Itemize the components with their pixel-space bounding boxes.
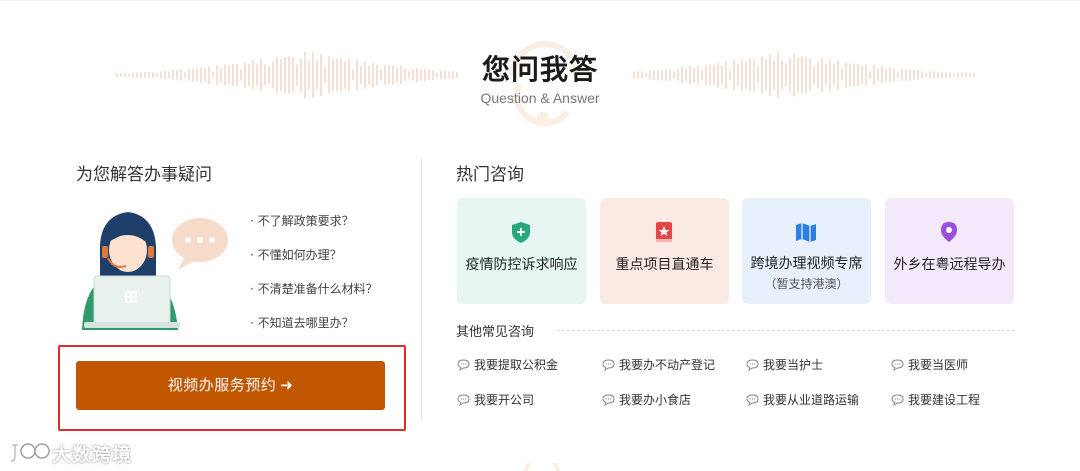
faq-label: 我要当护士 — [763, 358, 824, 372]
chat-bubble-icon — [891, 359, 904, 372]
location-pin-icon — [941, 222, 957, 242]
map-icon — [796, 223, 816, 242]
faq-link[interactable]: 我要提取公积金 — [457, 356, 558, 373]
card-label: 疫情防控诉求响应 — [465, 257, 578, 273]
card-label: 跨境办理视频专席 — [750, 256, 863, 272]
left-panel-title: 为您解答办事疑问 — [76, 165, 212, 185]
question-list: · 不了解政策要求？ · 不懂如何办理？ · 不清楚准备什么材料？ · 不知道去… — [250, 212, 378, 348]
chat-bubble-icon — [891, 394, 904, 407]
faq-link[interactable]: 我要建设工程 — [891, 391, 980, 408]
chat-bubble-icon — [746, 359, 759, 372]
faq-label: 我要建设工程 — [908, 393, 981, 407]
question-item: · 不知道去哪里办？ — [250, 316, 354, 330]
chat-bubble-icon — [602, 394, 615, 407]
faq-label: 我要提取公积金 — [474, 358, 559, 372]
faq-label: 我要从业道路运输 — [763, 393, 860, 407]
section-subtitle: Question & Answer — [480, 90, 600, 106]
faq-link[interactable]: 我要开公司 — [457, 391, 534, 408]
customer-service-illustration — [82, 212, 228, 330]
shield-plus-icon — [512, 222, 530, 243]
faq-link[interactable]: 我要当医师 — [891, 356, 968, 373]
top-divider — [0, 0, 1080, 1]
card-label: 重点项目直通车 — [615, 257, 714, 273]
question-item: · 不了解政策要求？ — [250, 214, 354, 228]
faq-link[interactable]: 我要当护士 — [746, 356, 823, 373]
faq-label: 我要办不动产登记 — [619, 358, 716, 372]
next-section-decoration — [524, 463, 560, 471]
watermark-logo-icon — [10, 443, 50, 463]
section-title: 您问我答 — [481, 53, 598, 86]
chat-bubble-icon — [746, 394, 759, 407]
faq-link[interactable]: 我要办不动产登记 — [602, 356, 715, 373]
chat-bubble-icon — [602, 359, 615, 372]
star-book-icon — [656, 222, 672, 242]
faq-link[interactable]: 我要办小食店 — [602, 391, 691, 408]
faq-label: 我要办小食店 — [619, 393, 692, 407]
card-note: （暂支持港澳） — [764, 277, 849, 291]
watermark-text: 大数跨境 — [52, 444, 133, 466]
video-service-booking-button[interactable]: 视频办服务预约 ➜ — [76, 361, 385, 410]
hot-card-key-project[interactable]: 重点项目直通车 — [600, 198, 729, 304]
booking-button-label: 视频办服务预约 — [167, 376, 277, 394]
faq-label: 我要当医师 — [908, 358, 969, 372]
dashed-divider — [557, 330, 1015, 331]
card-label: 外乡在粤远程导办 — [893, 257, 1006, 273]
right-panel-title: 热门咨询 — [456, 165, 524, 185]
chat-bubble-icon — [457, 394, 470, 407]
panel-divider — [421, 158, 422, 420]
faq-link[interactable]: 我要从业道路运输 — [746, 391, 859, 408]
other-faq-title: 其他常见咨询 — [456, 325, 535, 340]
hot-card-cross-border[interactable]: 跨境办理视频专席 （暂支持港澳） — [742, 198, 871, 304]
hot-card-epidemic[interactable]: 疫情防控诉求响应 — [457, 198, 586, 304]
faq-label: 我要开公司 — [474, 393, 535, 407]
question-item: · 不懂如何办理？ — [250, 248, 342, 262]
chat-bubble-icon — [457, 359, 470, 372]
hot-card-remote-guidance[interactable]: 外乡在粤远程导办 — [885, 198, 1014, 304]
arrow-right-icon: ➜ — [280, 376, 294, 394]
question-item: · 不清楚准备什么材料？ — [250, 282, 378, 296]
